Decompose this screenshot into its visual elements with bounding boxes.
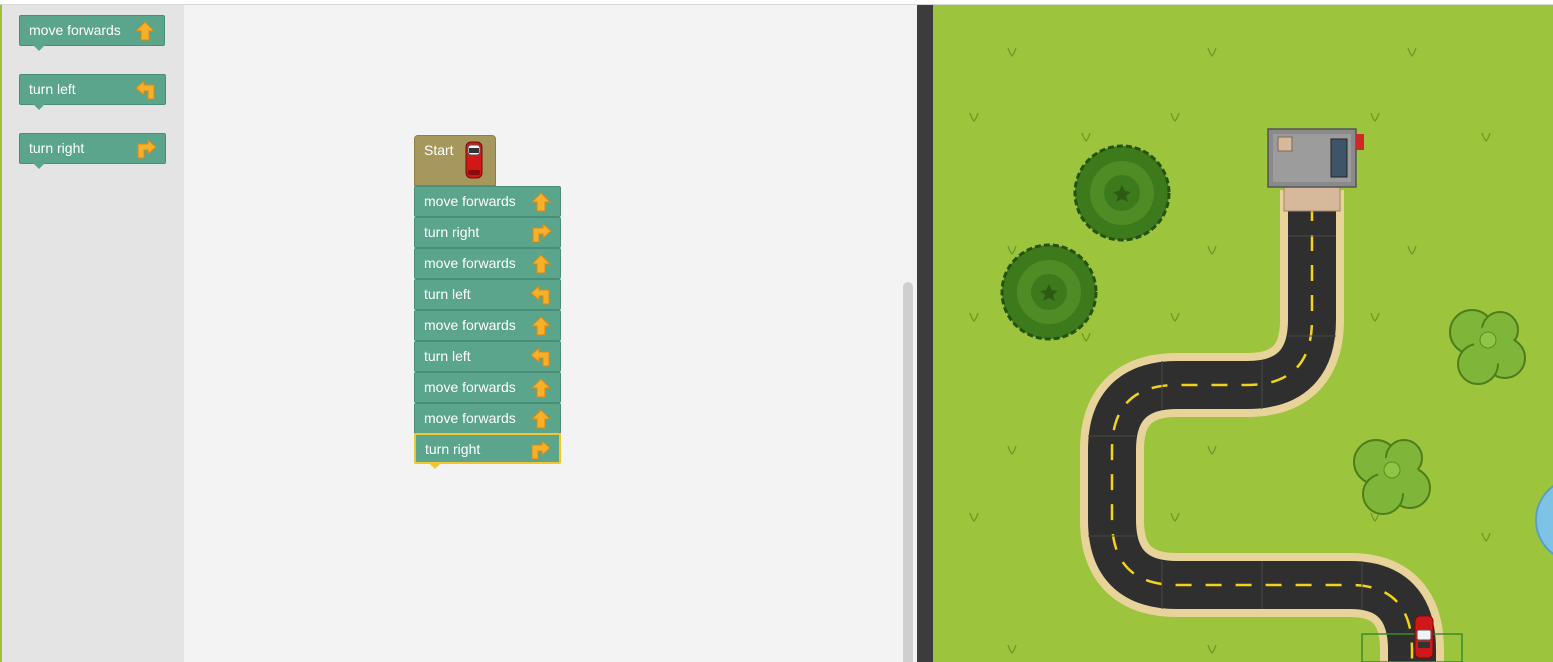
block-label: move forwards [29, 22, 121, 38]
dark-tree [1073, 144, 1171, 242]
toolbox-block-turn-left[interactable]: turn left [19, 74, 166, 110]
toolbox-block-move-forwards[interactable]: move forwards [19, 15, 165, 51]
arrow-up-icon [530, 192, 552, 212]
block-label: move forwards [424, 255, 516, 271]
red-car-icon [465, 141, 483, 179]
program-block-turn-right[interactable]: turn right [414, 217, 561, 248]
block-label: turn right [424, 224, 480, 240]
dark-tree [1000, 243, 1098, 341]
block-label: turn left [424, 286, 471, 302]
block-notch [33, 104, 45, 110]
red-car [1414, 615, 1434, 659]
turn-left-icon [135, 80, 155, 100]
arrow-up-icon [530, 316, 552, 336]
block-label: move forwards [424, 317, 516, 333]
block-notch [429, 463, 441, 469]
light-bush [1449, 309, 1526, 385]
block-label: move forwards [424, 193, 516, 209]
start-block[interactable]: Start [414, 135, 496, 186]
block-label: move forwards [424, 379, 516, 395]
block-label: turn left [424, 348, 471, 364]
program-block-turn-left[interactable]: turn left [414, 341, 561, 372]
block-label: move forwards [424, 410, 516, 426]
turn-right-icon [137, 139, 157, 159]
start-label: Start [424, 142, 454, 158]
game-map [933, 5, 1553, 662]
block-notch [33, 163, 45, 169]
program-block-move-forwards[interactable]: move forwards [414, 186, 561, 217]
arrow-up-icon [530, 409, 552, 429]
workspace-scrollbar[interactable] [903, 282, 913, 662]
arrow-up-icon [530, 254, 552, 274]
block-notch [33, 45, 45, 51]
program-block-move-forwards[interactable]: move forwards [414, 310, 561, 341]
program-block-turn-left[interactable]: turn left [414, 279, 561, 310]
toolbox-block-turn-right[interactable]: turn right [19, 133, 166, 169]
turn-right-icon [532, 223, 552, 243]
arrow-up-icon [530, 378, 552, 398]
light-bush [1353, 439, 1431, 515]
program-block-move-forwards[interactable]: move forwards [414, 248, 561, 279]
program-block-move-forwards[interactable]: move forwards [414, 372, 561, 403]
block-label: turn right [29, 140, 85, 156]
panel-divider[interactable] [917, 5, 933, 662]
turn-right-icon [531, 440, 551, 460]
turn-left-icon [530, 347, 550, 367]
turn-left-icon [530, 285, 550, 305]
block-toolbox: move forwards turn left turn right [2, 5, 184, 662]
program-block-turn-right-selected[interactable]: turn right [414, 433, 561, 469]
arrow-up-icon [134, 21, 156, 41]
block-label: turn right [425, 441, 481, 457]
block-label: turn left [29, 81, 76, 97]
program-block-move-forwards[interactable]: move forwards [414, 403, 561, 434]
